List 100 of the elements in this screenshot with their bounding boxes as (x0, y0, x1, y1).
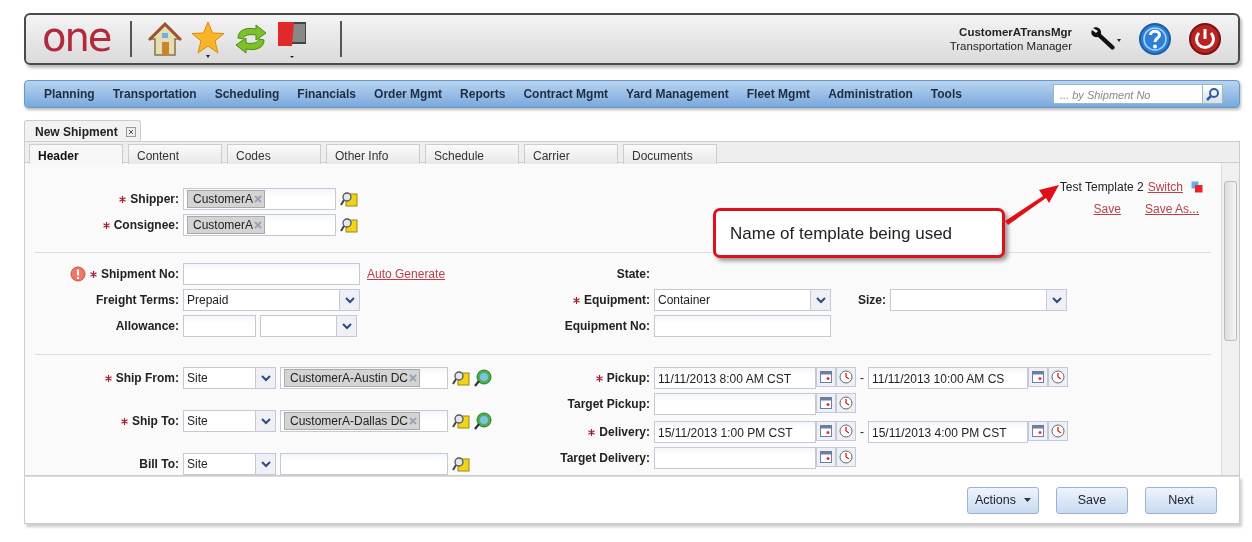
page-tab[interactable]: New Shipment (24, 120, 141, 141)
power-icon[interactable] (1188, 22, 1222, 56)
input-field[interactable] (183, 315, 256, 337)
menu-item[interactable]: Transportation (103, 85, 206, 103)
input-field[interactable] (183, 263, 360, 285)
footer-button[interactable]: Actions (967, 486, 1039, 514)
time-button[interactable] (836, 393, 856, 413)
menu-item[interactable]: Contract Mgmt (514, 85, 618, 103)
chevron-icon (341, 322, 352, 330)
field-label: Ship From: (115, 370, 179, 387)
calendar-icon (1032, 425, 1044, 437)
calendar-button[interactable] (816, 393, 836, 413)
close-icon[interactable] (125, 127, 136, 137)
tab[interactable]: Other Info (326, 144, 420, 164)
home-icon[interactable] (148, 21, 183, 57)
time-button[interactable] (1048, 367, 1068, 387)
chevron-icon (1051, 296, 1062, 304)
tab[interactable]: Documents (623, 144, 717, 164)
menu-item[interactable]: Financials (288, 85, 366, 103)
menu-item[interactable]: Scheduling (205, 85, 289, 103)
footer-button[interactable]: Next (1145, 486, 1217, 514)
input-field[interactable] (654, 315, 831, 337)
tab[interactable]: Schedule (425, 144, 519, 164)
menu-item[interactable]: Planning (35, 85, 104, 103)
input-field[interactable]: CustomerA-Dallas DC (280, 410, 448, 432)
tab[interactable]: Header (29, 144, 123, 164)
lookup-icon[interactable] (340, 217, 358, 233)
menu-item[interactable]: Order Mgmt (365, 85, 452, 103)
lookup-icon[interactable] (340, 191, 358, 207)
field-label: Shipper: (130, 191, 179, 208)
lookup-icon[interactable] (452, 456, 470, 472)
calendar-button[interactable] (816, 421, 836, 441)
menu-item[interactable]: Yard Management (617, 85, 738, 103)
star-icon[interactable] (190, 20, 227, 58)
dropdown[interactable]: Site (183, 410, 276, 432)
search-field[interactable]: ... by Shipment No (1053, 84, 1203, 104)
dropdown[interactable]: Container (654, 289, 831, 311)
footer-button[interactable]: Save (1056, 486, 1128, 514)
value-tag[interactable]: CustomerA-Dallas DC (284, 412, 421, 430)
save-link[interactable]: Save (1093, 200, 1121, 218)
field-label: Target Pickup: (567, 396, 650, 413)
tab[interactable]: Content (128, 144, 222, 164)
time-button[interactable] (836, 367, 856, 387)
save-as-link[interactable]: Save As... (1144, 200, 1199, 218)
input-field[interactable]: 15/11/2013 1:00 PM CST (654, 421, 816, 443)
search-button[interactable] (1203, 84, 1223, 104)
field-label: Allowance: (115, 318, 179, 335)
tab[interactable]: Carrier (524, 144, 618, 164)
separator: - (860, 424, 864, 441)
time-button[interactable] (836, 421, 856, 441)
tab[interactable]: Codes (227, 144, 321, 164)
dropdown[interactable]: Site (183, 367, 276, 389)
template-icon[interactable] (1191, 181, 1203, 193)
time-button[interactable] (1048, 421, 1068, 441)
value-tag[interactable]: CustomerA (187, 216, 266, 234)
field-label: Pickup: (606, 370, 650, 387)
lookup-icon[interactable] (452, 370, 470, 386)
search-icon (1205, 87, 1220, 101)
input-field[interactable]: CustomerA (183, 188, 336, 210)
globe-search-icon[interactable] (474, 412, 492, 430)
field-label: Freight Terms: (95, 292, 179, 309)
chevron-icon (344, 296, 355, 304)
time-button[interactable] (836, 447, 856, 467)
menu-item[interactable]: Tools (921, 85, 971, 103)
field-label: Delivery: (599, 424, 650, 441)
dropdown[interactable]: Site (183, 453, 276, 475)
input-field[interactable]: 15/11/2013 4:00 PM CST (868, 421, 1028, 443)
input-field[interactable]: CustomerA (183, 214, 336, 236)
value-tag[interactable]: CustomerA (187, 190, 266, 208)
user-role: Transportation Manager (949, 39, 1072, 53)
menu-item[interactable]: Administration (819, 85, 922, 103)
value-tag[interactable]: CustomerA-Austin DC (284, 369, 421, 387)
calendar-button[interactable] (1028, 421, 1048, 441)
calendar-icon (1032, 371, 1044, 383)
input-field[interactable] (280, 453, 448, 475)
refresh-icon[interactable] (234, 24, 269, 54)
input-field[interactable]: CustomerA-Austin DC (280, 367, 448, 389)
input-field[interactable]: 11/11/2013 8:00 AM CST (654, 367, 816, 389)
calendar-button[interactable] (816, 447, 836, 467)
field-label: Shipment No: (101, 266, 179, 283)
switch-link[interactable]: Switch (1147, 178, 1183, 196)
input-field[interactable] (654, 447, 816, 469)
input-field[interactable] (654, 393, 816, 415)
dropdown[interactable]: Prepaid (183, 289, 360, 311)
help-icon[interactable] (1138, 22, 1172, 56)
auto-generate-link[interactable]: Auto Generate (367, 265, 446, 283)
user-name: CustomerATransMgr (958, 25, 1072, 39)
chevron-icon (260, 460, 271, 468)
globe-search-icon[interactable] (474, 369, 492, 387)
menu-item[interactable]: Reports (451, 85, 515, 103)
lookup-icon[interactable] (452, 413, 470, 429)
input-field[interactable]: 11/11/2013 10:00 AM CS (868, 367, 1028, 389)
calendar-button[interactable] (816, 367, 836, 387)
calendar-button[interactable] (1028, 367, 1048, 387)
field-label: Equipment No: (564, 318, 650, 335)
field-label: State: (616, 266, 650, 283)
menu-item[interactable]: Fleet Mgmt (737, 85, 820, 103)
scrollbar[interactable] (1221, 163, 1239, 475)
clock-icon (1051, 370, 1065, 384)
clock-icon (839, 424, 853, 438)
